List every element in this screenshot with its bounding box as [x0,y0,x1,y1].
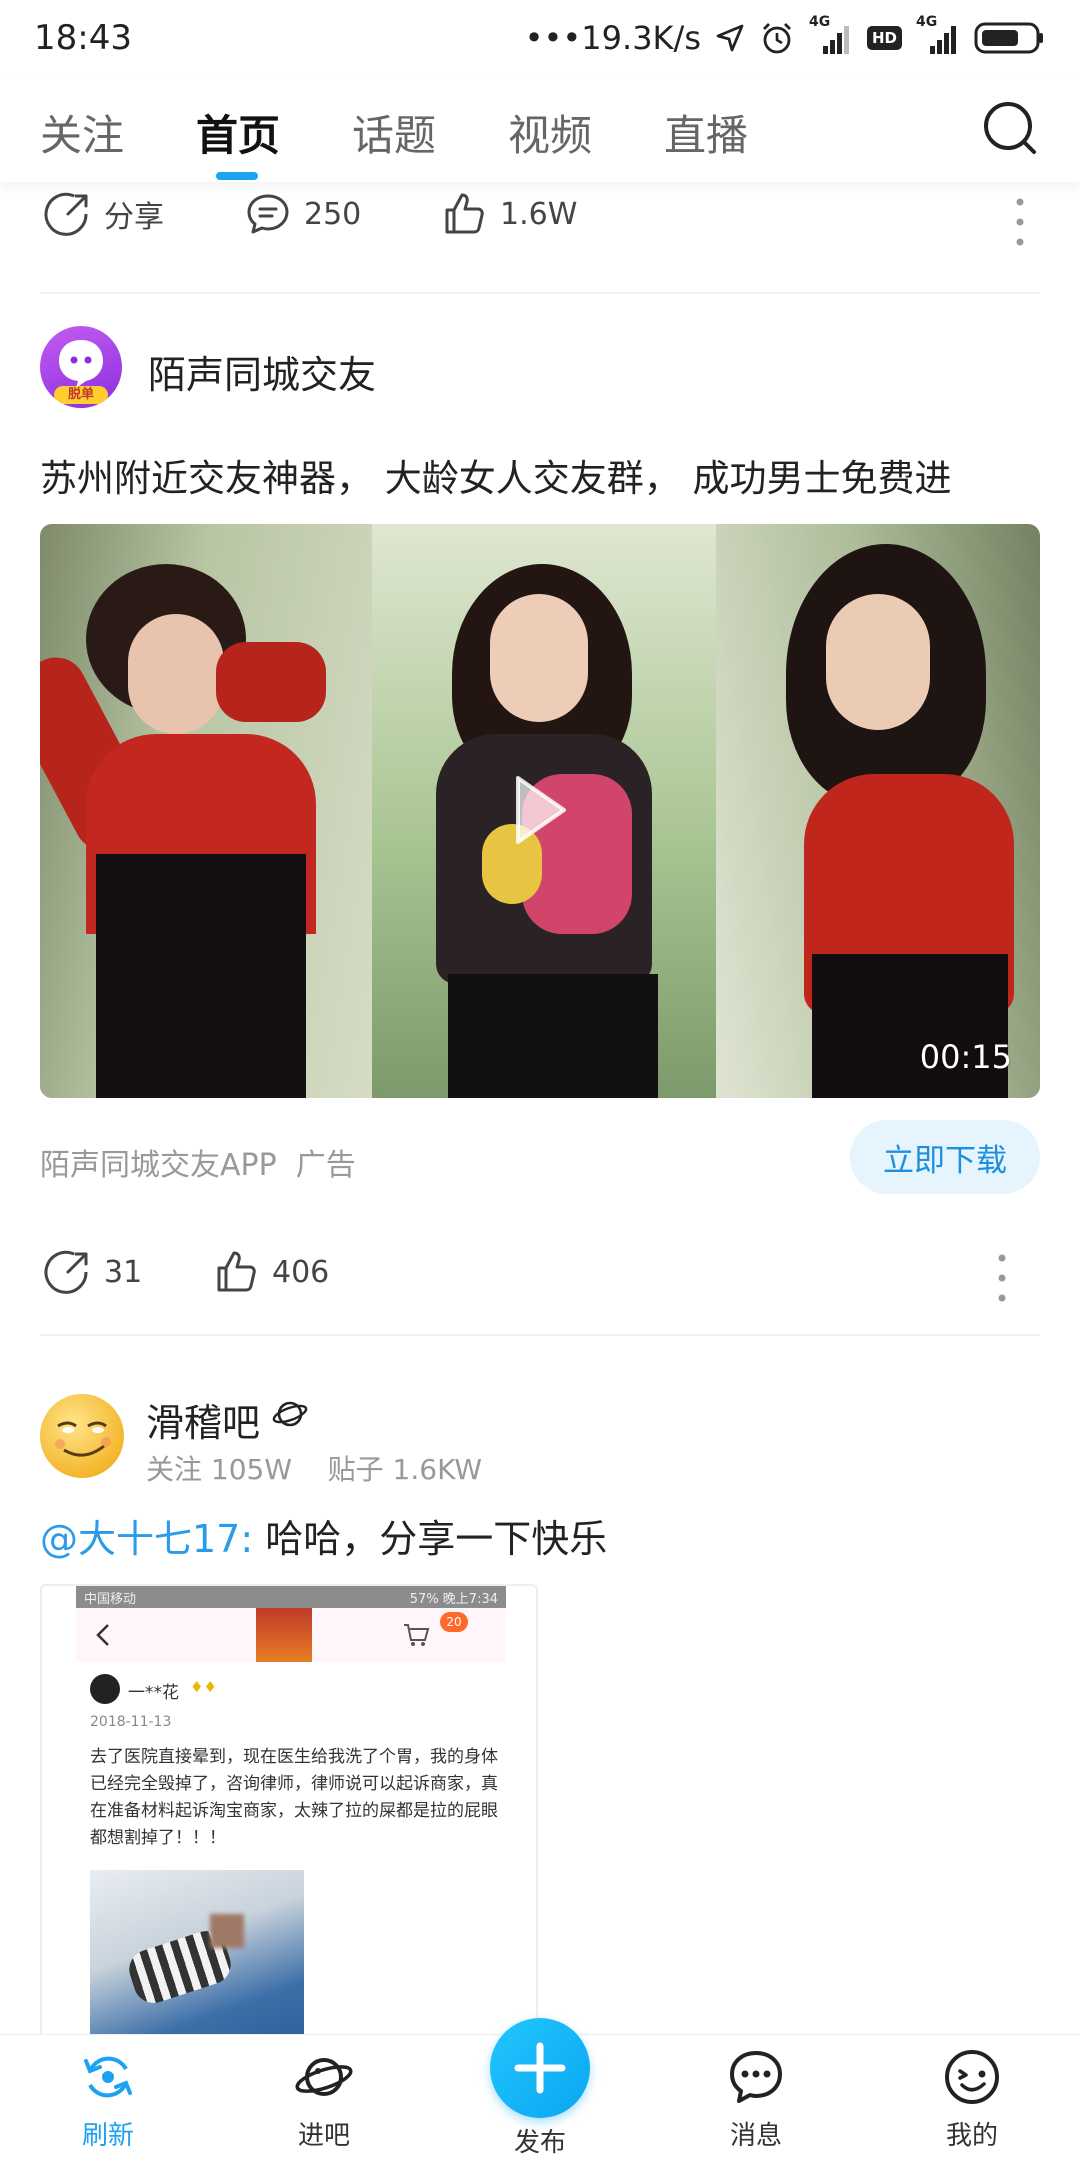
embedded-photo [90,1870,304,2042]
tab-home[interactable]: 首页 [196,102,280,163]
like-count: 1.6W [500,196,578,232]
share-button[interactable]: 分享 [44,190,164,238]
cart-icon [404,1624,430,1646]
hd-icon: HD [866,26,902,50]
embedded-user-name: 一**花 [128,1683,179,1703]
diamond-icon: ♦♦ [190,1678,217,1696]
status-time: 18:43 [34,18,132,58]
like-button[interactable]: 1.6W [440,190,577,238]
battery-icon [974,22,1043,54]
ad-post-text[interactable]: 苏州附近交友神器， 大龄女人交友群， 成功男士免费进 [40,448,952,502]
video-frame-3 [716,524,1040,1098]
ad-source: 陌声同城交友APP 广告 [40,1148,356,1183]
embedded-user-avatar [90,1674,120,1704]
nav-forums[interactable]: 进吧 [264,2047,384,2152]
thumbs-up-icon [217,1251,256,1292]
publish-label: 发布 [513,2128,566,2158]
ad-tag: 广告 [295,1148,356,1183]
forum-name[interactable]: 滑稽吧 [146,1392,260,1447]
message-icon [730,2051,782,2103]
more-options-icon[interactable] [1010,194,1030,250]
network-speed: •••19.3K/s [524,19,701,57]
prev-post-actions: 分享 250 1.6W [40,190,1040,250]
comment-icon [247,194,289,234]
plus-icon [514,2042,566,2094]
share-icon [44,192,88,236]
video-duration: 00:15 [919,1038,1012,1076]
status-icons: •••19.3K/s 4G HD 4G [525,14,1044,62]
status-bar: 18:43 •••19.3K/s 4G HD 4G [0,0,1080,78]
tab-live[interactable]: 直播 [664,102,748,163]
nav-profile[interactable]: 我的 [912,2047,1032,2152]
forum-avatar[interactable] [40,1394,124,1478]
share-label: 分享 [104,200,164,235]
wink-face-icon [945,2050,999,2104]
refresh-icon [84,2056,132,2098]
signal-2-icon: 4G [916,14,960,58]
smirk-face-icon [55,1421,111,1457]
ad-author-name[interactable]: 陌声同城交友 [148,344,376,399]
embedded-date: 2018-11-13 [90,1714,172,1730]
user-mention-link[interactable]: @大十七17: [40,1517,253,1561]
avatar-badge: 脱单 [54,386,108,404]
shop-banner [256,1608,312,1662]
share-count: 31 [104,1254,143,1290]
planet-badge-icon [272,1401,308,1427]
forum-posts: 贴子 1.6KW [327,1453,483,1486]
divider [40,292,1040,294]
comment-button[interactable]: 250 [244,190,361,238]
ad-author-avatar[interactable]: 脱单 [40,326,122,408]
ad-post-actions: 31 406 [40,1248,1040,1308]
embedded-header: 20 [76,1608,506,1662]
search-icon[interactable] [980,98,1040,158]
play-icon[interactable] [512,772,570,848]
forum-stats: 关注 105W 贴子 1.6KW [146,1448,482,1488]
download-button[interactable]: 立即下载 [850,1120,1040,1194]
nav-refresh[interactable]: 刷新 [48,2047,168,2152]
top-nav: 关注 首页 话题 视频 直播 [0,78,1080,182]
location-arrow-icon [716,24,744,52]
planet-icon [295,2058,353,2096]
forum-post-text[interactable]: @大十七17: 哈哈，分享一下快乐 [40,1508,607,1563]
signal-1-icon: 4G [809,14,853,58]
active-tab-indicator [216,172,258,180]
embedded-screenshot-image[interactable]: 中国移动 57% 晚上7:34 20 一**花 ♦♦ 2018-11-13 去了医… [40,1584,538,2044]
thumbs-up-icon [445,193,484,234]
more-options-icon[interactable] [992,1250,1012,1306]
share-button[interactable]: 31 [44,1248,142,1296]
cart-badge: 20 [440,1612,468,1632]
tab-topics[interactable]: 话题 [352,102,436,163]
alarm-icon [762,23,791,54]
embedded-body: 去了医院直接晕到，现在医生给我洗了个胃，我的身体已经完全毁掉了，咨询律师，律师说… [90,1747,498,1848]
share-icon [44,1250,88,1294]
embedded-status-bar: 中国移动 57% 晚上7:34 [76,1586,506,1608]
back-arrow-icon [96,1624,109,1646]
nav-messages[interactable]: 消息 [696,2047,816,2152]
tab-video[interactable]: 视频 [508,102,592,163]
divider [40,1334,1040,1336]
like-count: 406 [272,1254,330,1290]
tab-follow[interactable]: 关注 [40,102,124,163]
like-button[interactable]: 406 [212,1248,329,1296]
video-frame-1 [40,524,372,1098]
comment-count: 250 [304,196,362,232]
publish-button[interactable] [490,2018,590,2118]
forum-followers: 关注 105W [146,1453,293,1486]
